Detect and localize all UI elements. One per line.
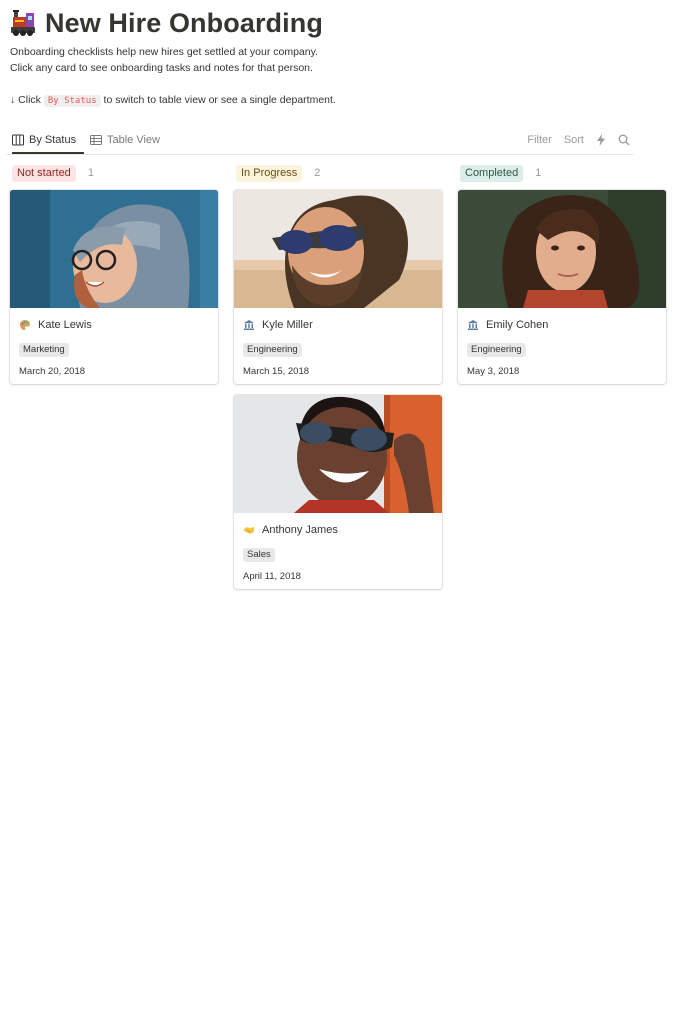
cover-photo <box>234 190 442 308</box>
title-row: New Hire Onboarding <box>8 6 658 40</box>
cover-photo <box>458 190 666 308</box>
column-header-in-progress[interactable]: In Progress 2 <box>236 164 320 182</box>
cover-photo <box>234 395 442 513</box>
description-line: Onboarding checklists help new hires get… <box>10 46 318 58</box>
start-date: April 11, 2018 <box>243 571 301 582</box>
view-hint: ↓ Click By Status to switch to table vie… <box>10 92 658 109</box>
sort-button[interactable]: Sort <box>564 134 584 146</box>
card-title-row: Anthony James <box>243 522 433 538</box>
page-title: New Hire Onboarding <box>45 7 323 38</box>
department-tag: Sales <box>243 548 275 562</box>
page-description: Onboarding checklists help new hires get… <box>10 44 658 109</box>
card-title-row: Emily Cohen <box>467 317 657 333</box>
card-emily-cohen[interactable]: Emily Cohen Engineering May 3, 2018 <box>458 190 666 384</box>
search-icon <box>618 134 630 146</box>
column-count: 1 <box>535 167 542 179</box>
card-kyle-miller[interactable]: Kyle Miller Engineering March 15, 2018 <box>234 190 442 384</box>
column-header-completed[interactable]: Completed 1 <box>460 164 541 182</box>
tab-table-view[interactable]: Table View <box>90 127 160 153</box>
tab-by-status[interactable]: By Status <box>12 127 84 154</box>
tab-label: By Status <box>29 134 77 146</box>
card-title-row: Kyle Miller <box>243 317 433 333</box>
description-line: Click any card to see onboarding tasks a… <box>10 62 313 74</box>
card-anthony-james[interactable]: Anthony James Sales April 11, 2018 <box>234 395 442 589</box>
view-bar: By Status Table View Filter Sort <box>6 127 634 155</box>
column-count: 1 <box>87 167 94 179</box>
search-button[interactable] <box>618 134 630 146</box>
department-tag: Marketing <box>19 343 69 357</box>
start-date: May 3, 2018 <box>467 366 520 377</box>
cover-photo <box>10 190 218 308</box>
column-count: 2 <box>314 167 321 179</box>
filter-button[interactable]: Filter <box>527 134 551 146</box>
card-body: Emily Cohen Engineering May 3, 2018 <box>458 308 666 384</box>
active-tab-underline <box>12 152 84 154</box>
card-title-row: Kate Lewis <box>19 317 209 333</box>
bank-icon <box>244 320 254 330</box>
bank-icon <box>468 320 478 330</box>
card-name: Kyle Miller <box>262 319 313 331</box>
automation-button[interactable] <box>596 134 606 146</box>
palette-icon <box>20 320 30 330</box>
card-name: Kate Lewis <box>38 319 92 331</box>
start-date: March 15, 2018 <box>243 366 310 377</box>
card-body: Anthony James Sales April 11, 2018 <box>234 513 442 589</box>
status-pill: Not started <box>12 164 76 182</box>
column-header-not-started[interactable]: Not started 1 <box>12 164 94 182</box>
handshake-icon <box>244 527 254 534</box>
page-header: New Hire Onboarding Onboarding checklist… <box>8 6 658 109</box>
department-tag: Engineering <box>243 343 302 357</box>
hint-suffix: to switch to table view or see a single … <box>103 94 336 106</box>
status-pill: In Progress <box>236 164 303 182</box>
inline-code: By Status <box>43 95 101 107</box>
card-body: Kate Lewis Marketing March 20, 2018 <box>10 308 218 384</box>
hint-prefix: ↓ Click <box>10 94 41 106</box>
card-name: Anthony James <box>262 524 338 536</box>
status-pill: Completed <box>460 164 524 182</box>
card-name: Emily Cohen <box>486 319 549 331</box>
start-date: March 20, 2018 <box>19 366 86 377</box>
card-body: Kyle Miller Engineering March 15, 2018 <box>234 308 442 384</box>
department-tag: Engineering <box>467 343 526 357</box>
view-tools: Filter Sort <box>515 127 630 153</box>
card-kate-lewis[interactable]: Kate Lewis Marketing March 20, 2018 <box>10 190 218 384</box>
board-icon <box>12 134 24 146</box>
tab-label: Table View <box>107 134 160 146</box>
lightning-icon <box>597 134 605 146</box>
locomotive-icon[interactable] <box>8 8 38 38</box>
table-icon <box>90 135 102 145</box>
